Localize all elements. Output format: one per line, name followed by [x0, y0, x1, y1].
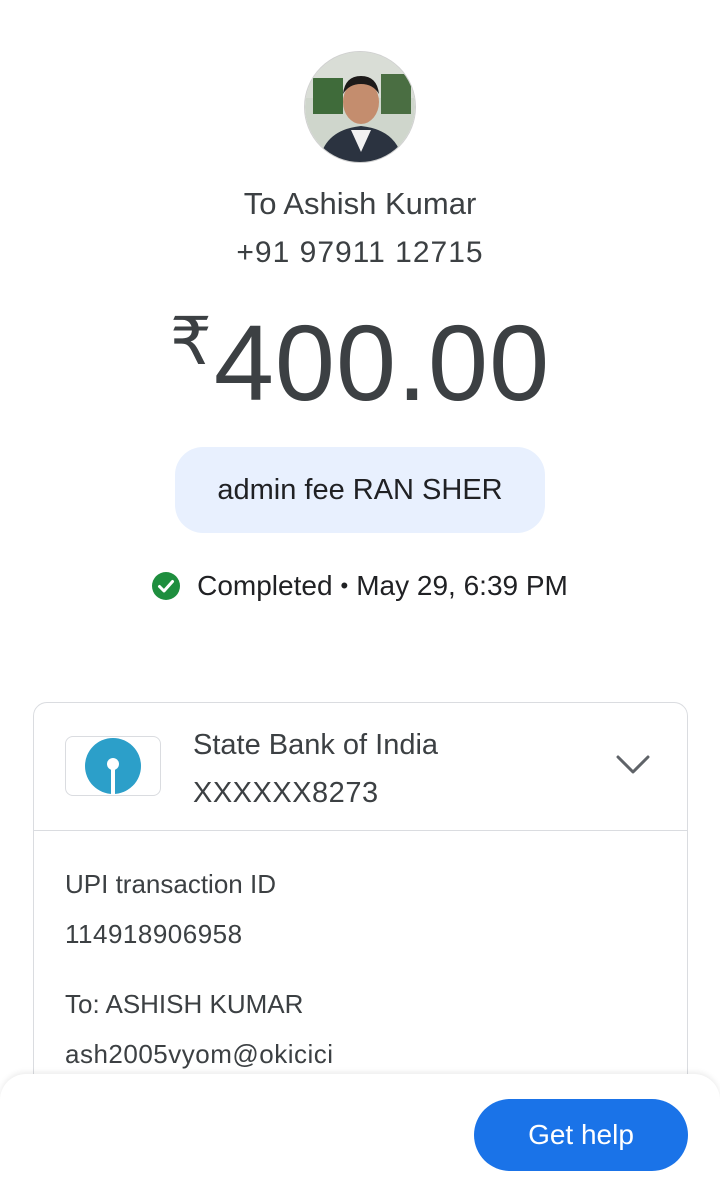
- bank-account-number: XXXXXX8273: [193, 777, 379, 809]
- status-datetime: May 29, 6:39 PM: [356, 570, 568, 601]
- chevron-down-icon[interactable]: [615, 751, 651, 779]
- recipient-name: To Ashish Kumar: [243, 186, 477, 221]
- upi-transaction-id-value: 114918906958: [65, 919, 243, 949]
- currency-symbol: ₹: [169, 304, 212, 378]
- recipient-upi-id: ash2005vyom@okicici: [65, 1039, 334, 1069]
- payment-details-card: State Bank of India XXXXXX8273 UPI trans…: [33, 702, 688, 1122]
- payment-amount: ₹400.00: [0, 300, 720, 425]
- bank-name: State Bank of India: [193, 729, 439, 761]
- bank-account-row[interactable]: State Bank of India XXXXXX8273: [34, 703, 687, 831]
- payment-status: Completed • May 29, 6:39 PM: [0, 570, 720, 602]
- recipient-account-label: To: ASHISH KUMAR: [65, 989, 304, 1019]
- get-help-button[interactable]: Get help: [474, 1099, 688, 1171]
- status-separator: •: [340, 573, 349, 598]
- recipient-phone: +91 97911 12715: [236, 236, 484, 269]
- amount-value: 400.00: [213, 302, 551, 423]
- transaction-details-page: To Ashish Kumar +91 97911 12715 ₹400.00 …: [0, 0, 720, 1191]
- payment-note-text: admin fee RAN SHER: [217, 473, 503, 506]
- status-text: Completed: [197, 570, 333, 601]
- check-circle-icon: [152, 572, 181, 600]
- recipient-avatar: [304, 51, 416, 163]
- payment-note: admin fee RAN SHER: [175, 447, 545, 533]
- sbi-logo-icon: [65, 736, 161, 796]
- bottom-action-bar: Get help: [0, 1074, 720, 1191]
- upi-transaction-id-label: UPI transaction ID: [65, 869, 276, 899]
